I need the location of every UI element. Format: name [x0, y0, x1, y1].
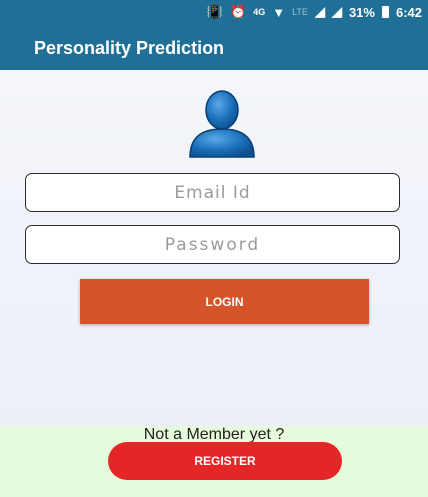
password-field[interactable]: Password	[25, 225, 400, 264]
battery-icon	[381, 6, 389, 18]
register-button[interactable]: REGISTER	[108, 442, 342, 480]
vibrate-icon: 📳	[206, 4, 224, 19]
user-avatar-icon	[189, 90, 255, 158]
status-bar: 📳 ⏰ 4G ▼ LTE ◢ ◢ 31% 6:42	[0, 0, 428, 26]
login-content: Email Id Password LOGIN	[0, 70, 428, 426]
alarm-icon: ⏰	[230, 4, 247, 19]
signal-icon-1: ◢	[314, 4, 325, 19]
screen: 📳 ⏰ 4G ▼ LTE ◢ ◢ 31% 6:42 Personality Pr…	[0, 0, 428, 497]
network-type: 4G	[253, 7, 266, 17]
wifi-icon: ▼	[272, 4, 286, 20]
battery-percent: 31%	[348, 4, 375, 20]
signal-icon-2: ◢	[331, 4, 342, 19]
status-icons: 📳 ⏰ 4G ▼ LTE ◢ ◢ 31% 6:42	[207, 4, 422, 20]
clock: 6:42	[395, 4, 422, 20]
footer: Not a Member yet ? REGISTER	[0, 426, 428, 497]
lte-label: LTE	[292, 7, 308, 17]
app-title: Personality Prediction	[34, 38, 225, 58]
email-field[interactable]: Email Id	[25, 173, 400, 212]
app-bar: Personality Prediction	[0, 26, 428, 70]
login-button[interactable]: LOGIN	[80, 279, 369, 324]
